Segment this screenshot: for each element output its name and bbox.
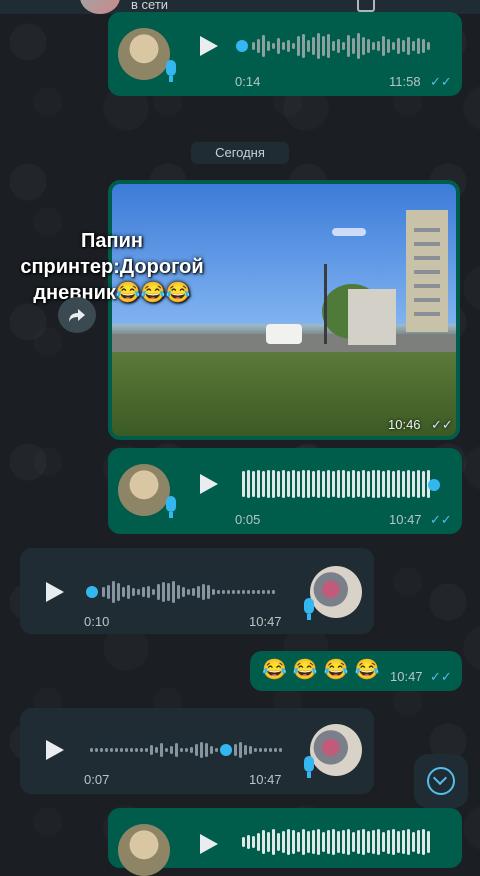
waveform[interactable] [242,828,430,856]
message-time: 10:47 [249,614,282,629]
voice-message: 0:10 10:47 [20,548,374,634]
voice-message: 0:05 10:47 ✓✓ [108,448,462,534]
waveform[interactable] [90,736,218,764]
read-ticks-icon: ✓✓ [430,74,452,89]
playback-position[interactable] [220,744,232,756]
waveform[interactable] [242,470,430,498]
contact-avatar[interactable] [80,0,120,14]
avatar [118,824,170,876]
message-time: 10:46 [388,417,421,432]
play-icon[interactable] [200,474,218,494]
voice-duration: 0:10 [84,614,110,629]
voice-duration: 0:14 [235,74,261,89]
playback-position[interactable] [236,40,248,52]
play-icon[interactable] [46,740,64,760]
photo-image[interactable] [112,184,456,436]
waveform[interactable] [102,578,275,606]
voice-message: 0:14 11:58 ✓✓ [108,12,462,96]
overlay-caption: Папин спринтер:Дорогой дневник😂😂😂 [20,230,204,304]
contact-status: в сети [131,0,169,12]
waveform[interactable] [252,32,430,60]
voice-message [108,808,462,876]
photo-apartment-block [406,210,448,332]
message-time: 11:58 [389,74,421,89]
play-icon[interactable] [46,582,64,602]
voice-duration: 0:05 [235,512,261,527]
message-time: 10:47 [249,772,282,787]
text-message: 😂😂😂😂 10:47 ✓✓ [250,651,462,691]
voice-message: 0:07 10:47 [20,708,374,794]
read-ticks-icon: ✓✓ [430,512,452,527]
mic-icon [166,60,176,82]
share-icon [69,309,85,322]
message-time: 10:47 [390,669,423,684]
date-separator: Сегодня [191,142,289,164]
avatar [310,724,362,776]
playback-position[interactable] [86,586,98,598]
photo-building [348,289,396,345]
photo-pole [324,264,327,344]
waveform-remaining [234,736,282,764]
voice-duration: 0:07 [84,772,110,787]
play-icon[interactable] [200,834,218,854]
play-icon[interactable] [200,36,218,56]
photo-cloud [332,228,366,236]
mic-icon [304,598,314,620]
mic-icon [166,496,176,518]
avatar [118,28,170,80]
photo-van [266,324,302,344]
message-text: 😂😂😂😂 [262,659,386,681]
read-ticks-icon: ✓✓ [430,669,452,684]
video-call-icon[interactable] [357,0,375,12]
mic-icon [304,756,314,778]
playback-position[interactable] [428,479,440,491]
avatar [310,566,362,618]
scroll-to-bottom-button[interactable] [414,754,468,808]
avatar [118,464,170,516]
share-button[interactable] [58,297,96,333]
message-time: 10:47 [389,512,422,527]
read-ticks-icon: ✓✓ [431,417,453,432]
